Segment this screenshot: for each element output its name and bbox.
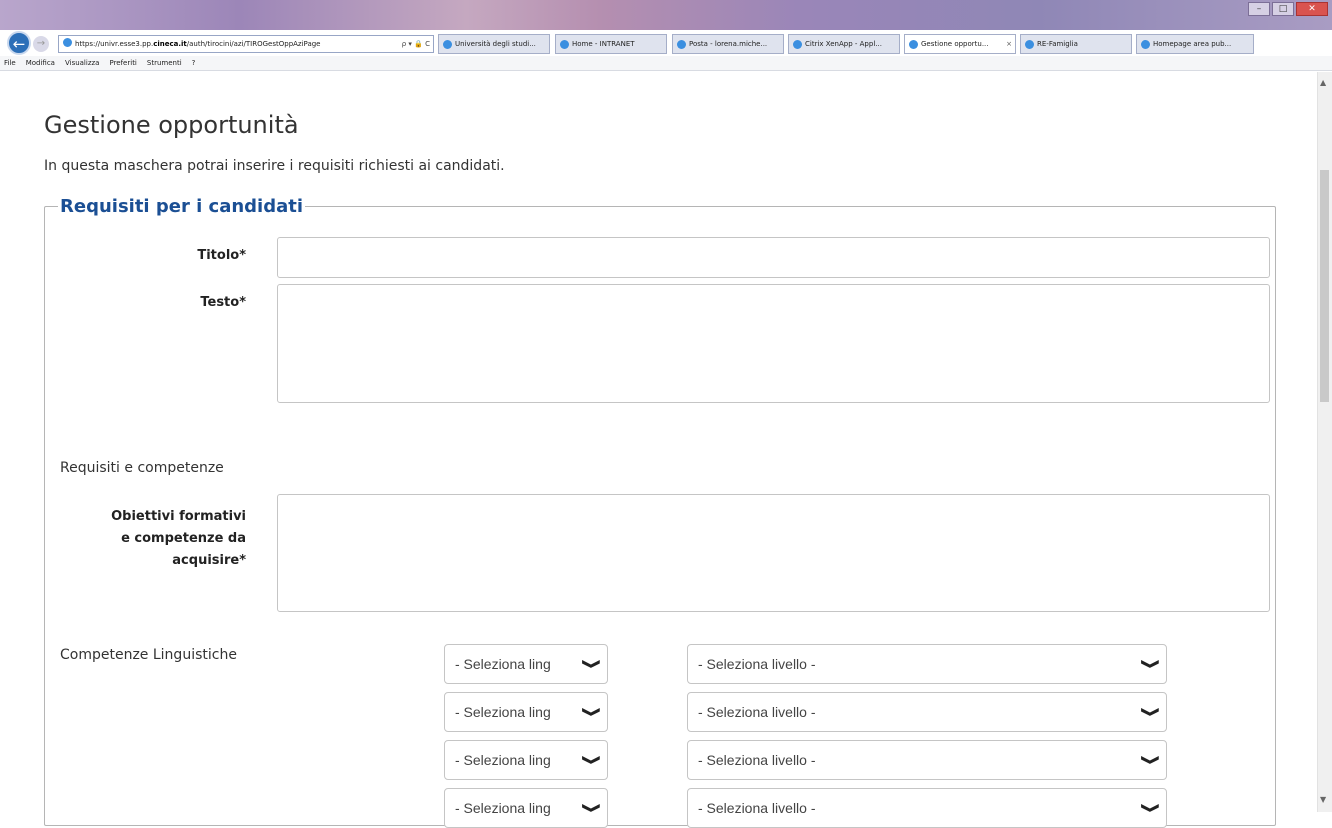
favorites-star-icon[interactable]: ★ — [1302, 36, 1312, 49]
site-favicon-icon — [443, 40, 452, 49]
home-icon[interactable]: ⌂ — [1289, 36, 1296, 49]
titolo-input[interactable] — [277, 237, 1270, 278]
scroll-down-icon[interactable]: ▼ — [1320, 795, 1326, 804]
address-bar[interactable]: https://univr.esse3.pp.cineca.it/auth/ti… — [58, 35, 434, 53]
menu-help[interactable]: ? — [192, 59, 196, 67]
scroll-up-icon[interactable]: ▲ — [1320, 78, 1326, 87]
menu-bar: File Modifica Visualizza Preferiti Strumenti… — [0, 56, 1332, 71]
ie-favicon-icon — [677, 40, 686, 49]
chevron-down-icon: ❯ — [1141, 706, 1161, 718]
chevron-down-icon: ❯ — [582, 706, 602, 718]
forward-arrow-icon[interactable]: → — [33, 36, 49, 52]
browser-toolbar-icons: ⌂ ★ ⚙ — [1289, 36, 1328, 49]
scroll-thumb[interactable] — [1320, 170, 1329, 402]
requisiti-competenze-heading: Requisiti e competenze — [60, 460, 224, 476]
obiettivi-textarea[interactable] — [277, 494, 1270, 612]
site-favicon-icon — [560, 40, 569, 49]
chevron-down-icon: ❯ — [1141, 754, 1161, 766]
titolo-label: Titolo* — [197, 248, 246, 263]
testo-label: Testo* — [200, 295, 246, 310]
livello-select-4[interactable]: - Seleziona livello - ❯ — [687, 788, 1167, 828]
tab-posta[interactable]: Posta - lorena.miche... — [672, 34, 784, 54]
close-window-icon[interactable]: ✕ — [1296, 2, 1328, 16]
chevron-down-icon: ❯ — [582, 658, 602, 670]
lingua-select-3[interactable]: - Seleziona ling ❯ — [444, 740, 608, 780]
window-controls: – □ ✕ — [1248, 2, 1328, 16]
ie-logo-icon — [63, 38, 72, 47]
livello-select-3[interactable]: - Seleziona livello - ❯ — [687, 740, 1167, 780]
citrix-favicon-icon — [793, 40, 802, 49]
lingua-select-1[interactable]: - Seleziona ling ❯ — [444, 644, 608, 684]
page-scrollbar[interactable]: ▲ ▼ — [1317, 72, 1332, 812]
testo-textarea[interactable] — [277, 284, 1270, 403]
close-tab-icon[interactable]: × — [1006, 35, 1012, 53]
menu-strumenti[interactable]: Strumenti — [147, 59, 182, 67]
tab-universita[interactable]: Università degli studi... — [438, 34, 550, 54]
menu-preferiti[interactable]: Preferiti — [109, 59, 136, 67]
competenze-linguistiche-heading: Competenze Linguistiche — [60, 647, 237, 663]
window-titlebar: – □ ✕ — [0, 0, 1332, 30]
ie-favicon-icon — [909, 40, 918, 49]
maximize-icon[interactable]: □ — [1272, 2, 1294, 16]
site-favicon-icon — [1141, 40, 1150, 49]
back-arrow-icon[interactable]: ← — [7, 31, 31, 55]
chevron-down-icon: ❯ — [582, 754, 602, 766]
menu-modifica[interactable]: Modifica — [26, 59, 55, 67]
menu-file[interactable]: File — [4, 59, 16, 67]
obiettivi-label: Obiettivi formativi e competenze da acqu… — [111, 509, 246, 568]
lingua-select-4[interactable]: - Seleziona ling ❯ — [444, 788, 608, 828]
fieldset-legend: Requisiti per i candidati — [58, 196, 306, 217]
page-title: Gestione opportunità — [44, 111, 299, 139]
address-tools-icons[interactable]: ρ ▾ 🔒 C — [402, 36, 430, 52]
minimize-icon[interactable]: – — [1248, 2, 1270, 16]
ie-favicon-icon — [1025, 40, 1034, 49]
tab-citrix[interactable]: Citrix XenApp - Appl... — [788, 34, 900, 54]
settings-gear-icon[interactable]: ⚙ — [1318, 36, 1328, 49]
menu-visualizza[interactable]: Visualizza — [65, 59, 99, 67]
tab-re-famiglia[interactable]: RE-Famiglia — [1020, 34, 1132, 54]
page-intro: In questa maschera potrai inserire i req… — [44, 158, 505, 174]
tab-intranet[interactable]: Home - INTRANET — [555, 34, 667, 54]
tab-homepage-area[interactable]: Homepage area pub... — [1136, 34, 1254, 54]
lingua-select-2[interactable]: - Seleziona ling ❯ — [444, 692, 608, 732]
livello-select-1[interactable]: - Seleziona livello - ❯ — [687, 644, 1167, 684]
tab-gestione-opportunita[interactable]: Gestione opportu... × — [904, 34, 1016, 54]
livello-select-2[interactable]: - Seleziona livello - ❯ — [687, 692, 1167, 732]
chevron-down-icon: ❯ — [1141, 658, 1161, 670]
